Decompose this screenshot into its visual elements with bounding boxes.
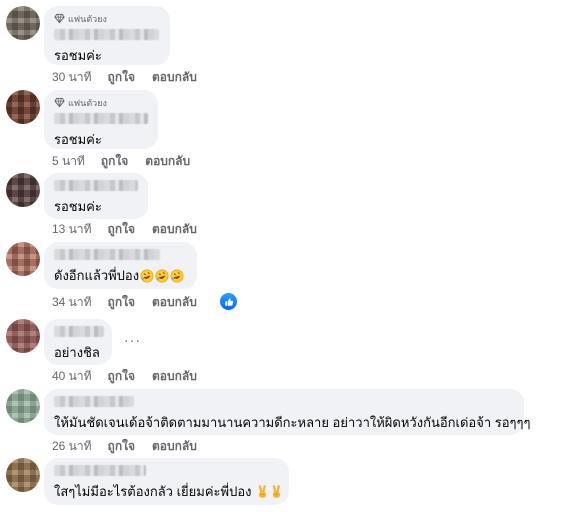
comment-text: ดังอีกแล้วพี่ปอง [54, 268, 140, 283]
comment-text: รอชมค่ะ [54, 199, 102, 214]
more-options-icon[interactable]: ··· [124, 332, 141, 348]
top-fan-badge: แฟนตัวยง [54, 96, 148, 109]
comment-timestamp[interactable]: 5 นาที [52, 152, 85, 171]
comment-bubble: ให้มันชัดเจนเด้อจ้าติดตามมานานความดีกะหล… [44, 389, 531, 435]
comment-text: ให้มันชัดเจนเด้อจ้าติดตามมานานความดีกะหล… [54, 415, 531, 430]
comment-bubble: รอชมค่ะ [44, 173, 148, 219]
avatar[interactable] [6, 458, 40, 492]
like-button[interactable]: ถูกใจ [108, 68, 135, 87]
victory-hand-emoji [258, 485, 267, 498]
commenter-name-blurred[interactable] [54, 113, 148, 124]
comment-text: รอชมค่ะ [54, 132, 102, 147]
reply-button[interactable]: ตอบกลับ [152, 293, 197, 312]
comment-timestamp[interactable]: 40 นาที [52, 367, 92, 386]
like-reaction-icon[interactable] [220, 293, 237, 310]
comment-actions: 30 นาที ถูกใจ ตอบกลับ [52, 69, 214, 85]
avatar[interactable] [6, 90, 40, 124]
comment-bubble: แฟนตัวยง รอชมค่ะ [44, 6, 170, 65]
avatar[interactable] [6, 389, 40, 423]
comment-bubble: ใสๆไม่มีอะไรต้องกลัว เยี่ยมค่ะพี่ปอง [44, 458, 289, 505]
comment-text-row: ใสๆไม่มีอะไรต้องกลัว เยี่ยมค่ะพี่ปอง [54, 484, 281, 500]
comment-timestamp[interactable]: 13 นาที [52, 220, 92, 239]
commenter-name-blurred[interactable] [54, 180, 138, 191]
like-button[interactable]: ถูกใจ [108, 293, 135, 312]
comment-actions: 5 นาที ถูกใจ ตอบกลับ [52, 153, 207, 169]
comment-feed: แฟนตัวยง รอชมค่ะ 30 นาที ถูกใจ ตอบกลับ แ… [0, 0, 561, 512]
comment-text: ใสๆไม่มีอะไรต้องกลัว เยี่ยมค่ะพี่ปอง [54, 484, 252, 499]
comment-actions: 26 นาที ถูกใจ ตอบกลับ [52, 438, 214, 454]
avatar[interactable] [6, 173, 40, 207]
thumbs-up-icon [224, 297, 233, 306]
comment-actions: 13 นาที ถูกใจ ตอบกลับ [52, 221, 214, 237]
comment-actions: 40 นาที ถูกใจ ตอบกลับ [52, 368, 214, 384]
diamond-icon [54, 13, 65, 24]
top-fan-badge: แฟนตัวยง [54, 12, 160, 25]
reply-button[interactable]: ตอบกลับ [152, 367, 197, 386]
like-button[interactable]: ถูกใจ [108, 437, 135, 456]
like-button[interactable]: ถูกใจ [101, 152, 128, 171]
comment-bubble: ดังอีกแล้วพี่ปอง [44, 242, 197, 289]
comment-text: อย่างชิล [54, 345, 100, 360]
rolling-on-floor-laughing-emoji [140, 269, 154, 283]
commenter-name-blurred[interactable] [54, 29, 159, 40]
diamond-icon [54, 97, 65, 108]
victory-hand-emoji [272, 485, 281, 498]
comment-timestamp[interactable]: 26 นาที [52, 437, 92, 456]
rolling-on-floor-laughing-emoji [170, 269, 184, 283]
comment-bubble: อย่างชิล [44, 319, 112, 365]
comment-text-row: ดังอีกแล้วพี่ปอง [54, 268, 187, 284]
reply-button[interactable]: ตอบกลับ [152, 220, 197, 239]
avatar[interactable] [6, 242, 40, 276]
badge-label: แฟนตัวยง [68, 13, 107, 24]
avatar[interactable] [6, 6, 40, 40]
like-button[interactable]: ถูกใจ [108, 220, 135, 239]
reply-button[interactable]: ตอบกลับ [152, 437, 197, 456]
badge-label: แฟนตัวยง [68, 97, 107, 108]
reply-button[interactable]: ตอบกลับ [145, 152, 190, 171]
like-button[interactable]: ถูกใจ [108, 367, 135, 386]
rolling-on-floor-laughing-emoji [155, 269, 169, 283]
commenter-name-blurred[interactable] [54, 326, 104, 337]
comment-actions: 34 นาที ถูกใจ ตอบกลับ [52, 294, 214, 310]
avatar[interactable] [6, 319, 40, 353]
commenter-name-blurred[interactable] [54, 465, 146, 476]
commenter-name-blurred[interactable] [54, 249, 160, 260]
comment-timestamp[interactable]: 34 นาที [52, 293, 92, 312]
comment-timestamp[interactable]: 30 นาที [52, 68, 92, 87]
comment-bubble: แฟนตัวยง รอชมค่ะ [44, 90, 158, 149]
commenter-name-blurred[interactable] [54, 396, 134, 407]
reply-button[interactable]: ตอบกลับ [152, 68, 197, 87]
comment-text: รอชมค่ะ [54, 48, 102, 63]
